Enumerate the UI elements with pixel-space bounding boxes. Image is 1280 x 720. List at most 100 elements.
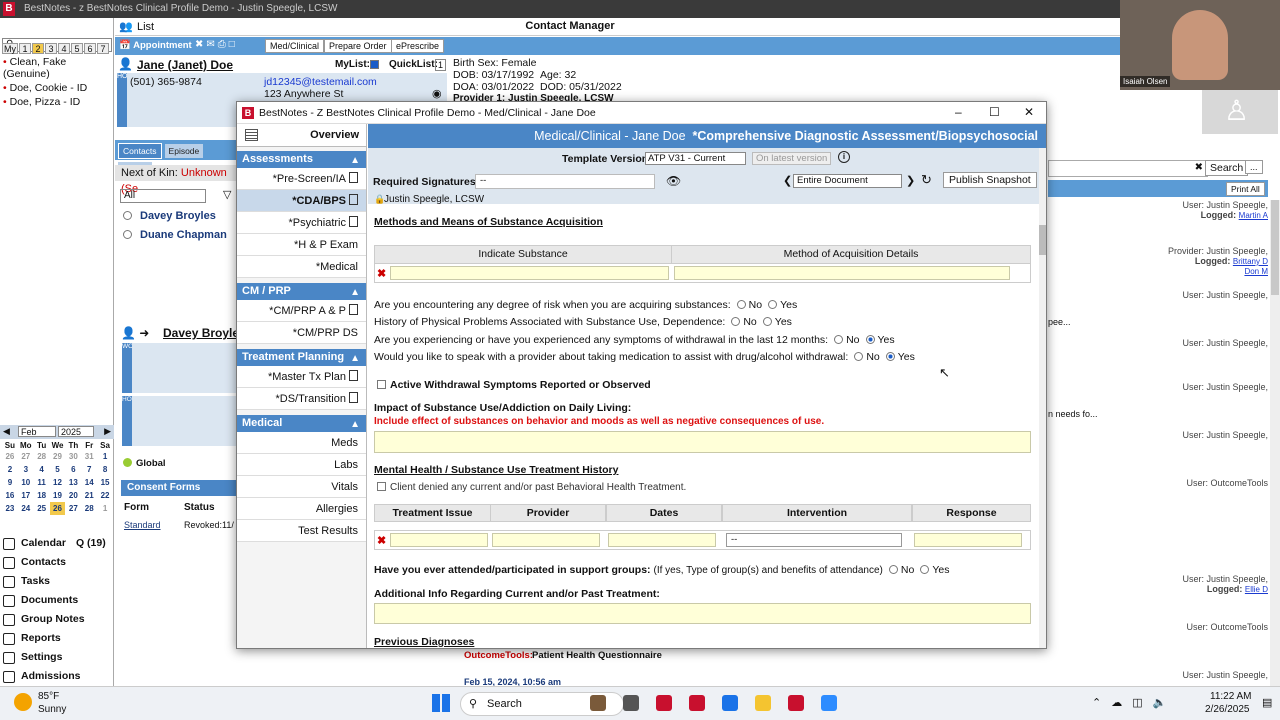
nav-item[interactable]: *Pre-Screen/IA [237, 168, 366, 190]
toolbar-icons[interactable]: ✖✉⎙□ [195, 39, 238, 50]
nav-item[interactable]: *Psychiatric [237, 212, 366, 234]
overview-row[interactable]: Overview [237, 124, 366, 147]
note-entry[interactable]: User: Justin Speegle, Logged: Ellie D [1182, 574, 1268, 594]
prev-month-icon[interactable]: ◀ [3, 426, 10, 437]
minimize-icon[interactable]: – [955, 105, 962, 119]
list-tab-1[interactable]: 1 [19, 43, 31, 54]
med-clinical-button[interactable]: Med/Clinical [265, 39, 325, 53]
clear-icon[interactable]: ✖ [1195, 162, 1203, 173]
nav-calendar[interactable]: Calendar Q (19) [3, 534, 113, 553]
section-assessments[interactable]: Assessments ▲ [237, 151, 366, 168]
note-entry[interactable]: User: Justin Speegle, [1182, 382, 1268, 392]
chevron-up-icon[interactable]: ▲ [350, 152, 360, 169]
calendar-day[interactable]: 1 [97, 502, 113, 515]
contact-item[interactable]: Davey Broyles [123, 210, 227, 222]
taskbar-app-icon[interactable] [590, 695, 606, 711]
quicklist-item[interactable]: • Doe, Cookie - ID [3, 82, 115, 94]
month-select[interactable]: Feb [18, 426, 56, 437]
section-medical[interactable]: Medical ▲ [237, 415, 366, 432]
q-withdrawal-no-radio[interactable] [834, 335, 844, 344]
note-entry[interactable]: User: Justin Speegle, [1182, 670, 1268, 680]
section-treatment-planning[interactable]: Treatment Planning ▲ [237, 349, 366, 366]
q-medication-yes-radio[interactable] [885, 352, 895, 361]
calendar-day[interactable]: 10 [18, 476, 34, 489]
nav-item[interactable]: *H & P Exam [237, 234, 366, 256]
contacts-tab-episode[interactable]: Episode [164, 144, 204, 158]
nav-reports[interactable]: Reports [3, 629, 113, 648]
calendar-day[interactable]: 16 [2, 489, 18, 502]
note-entry[interactable]: User: Justin Speegle, [1182, 290, 1268, 300]
next-section-icon[interactable]: ❯ [906, 174, 915, 187]
appointment-button[interactable]: 📅 Appointment [119, 40, 192, 51]
nav-item[interactable]: Test Results [237, 520, 366, 542]
note-entry[interactable]: User: OutcomeTools [1186, 478, 1268, 488]
refresh-icon[interactable]: ↻ [921, 172, 932, 188]
mylist-checkbox[interactable] [370, 60, 379, 69]
form-scrollbar[interactable] [1039, 148, 1046, 648]
nav-item[interactable]: Vitals [237, 476, 366, 498]
calendar-day[interactable]: 31 [81, 450, 97, 463]
calendar-day[interactable]: 29 [50, 450, 66, 463]
print-all-button[interactable]: Print All [1226, 182, 1265, 196]
notes-scrollbar[interactable] [1270, 200, 1280, 686]
nav-item[interactable]: Labs [237, 454, 366, 476]
intervention-select[interactable]: -- [726, 533, 902, 547]
calendar-day[interactable]: 23 [2, 502, 18, 515]
on-latest-version-button[interactable]: On latest version [752, 152, 832, 165]
quicklist-item[interactable]: • Doe, Pizza - ID [3, 96, 115, 108]
list-tab-4[interactable]: 4 [58, 43, 70, 54]
chevron-up-icon[interactable]: ▲ [350, 284, 360, 301]
tray-icons[interactable]: ⌃☁◫🔈 [1092, 696, 1176, 709]
next-month-icon[interactable]: ▶ [104, 426, 111, 437]
eye-icon[interactable]: 👁 [666, 174, 681, 188]
calendar-day[interactable]: 7 [81, 463, 97, 476]
calendar-day[interactable]: 30 [65, 450, 81, 463]
calendar-day[interactable]: 14 [81, 476, 97, 489]
contact-item[interactable]: Duane Chapman [123, 229, 227, 241]
method-input[interactable] [674, 266, 1010, 280]
calendar-day[interactable]: 5 [50, 463, 66, 476]
contact-filter-select[interactable]: All [120, 189, 206, 203]
support-no-radio[interactable] [888, 565, 898, 574]
calendar-day[interactable]: 8 [97, 463, 113, 476]
calendar-day[interactable]: 22 [97, 489, 113, 502]
nav-admissions[interactable]: Admissions [3, 667, 113, 686]
additional-info-textarea[interactable] [374, 603, 1031, 624]
q-physical-no-radio[interactable] [731, 317, 741, 326]
taskbar-app-icon[interactable] [755, 695, 771, 711]
calendar-day[interactable]: 27 [65, 502, 81, 515]
year-select[interactable]: 2025 [58, 426, 94, 437]
q-risk-yes-radio[interactable] [768, 300, 778, 309]
document-scope-select[interactable]: Entire Document [793, 174, 902, 188]
calendar-day[interactable]: 13 [65, 476, 81, 489]
note-entry[interactable]: Provider: Justin Speegle, Logged: Brittan… [1168, 246, 1268, 276]
treatment-response-input[interactable] [914, 533, 1022, 547]
nav-item[interactable]: *Medical [237, 256, 366, 278]
delete-treatment-row-icon[interactable]: ✖ [377, 534, 386, 547]
taskbar-app-icon[interactable] [689, 695, 705, 711]
substance-input[interactable] [390, 266, 669, 280]
taskbar-app-icon[interactable] [656, 695, 672, 711]
list-tab-3[interactable]: 3 [45, 43, 57, 54]
note-entry[interactable]: User: Justin Speegle, [1182, 338, 1268, 348]
nav-settings[interactable]: Settings [3, 648, 113, 667]
note-entry-link[interactable]: Brittany D [1233, 257, 1268, 266]
nav-contacts[interactable]: Contacts [3, 553, 113, 572]
calendar-day[interactable]: 21 [81, 489, 97, 502]
nav-item[interactable]: Meds [237, 432, 366, 454]
prepare-order-button[interactable]: Prepare Order [324, 39, 392, 53]
calendar-day[interactable]: 26 [2, 450, 18, 463]
treatment-dates-input[interactable] [608, 533, 716, 547]
consent-form-link[interactable]: Standard [124, 520, 161, 530]
list-tab-My[interactable]: My [2, 43, 18, 54]
calendar-day[interactable]: 17 [18, 489, 34, 502]
impact-textarea[interactable] [374, 431, 1031, 453]
q-physical-yes-radio[interactable] [762, 317, 772, 326]
delete-row-icon[interactable]: ✖ [377, 267, 386, 280]
patient-name[interactable]: Jane (Janet) Doe [137, 58, 233, 72]
denied-checkbox[interactable] [377, 482, 386, 491]
prev-section-icon[interactable]: ❮ [783, 174, 792, 187]
nav-item[interactable]: Allergies [237, 498, 366, 520]
selected-contact-name[interactable]: Davey Broyle [163, 326, 239, 340]
maximize-icon[interactable]: ☐ [989, 105, 1000, 119]
